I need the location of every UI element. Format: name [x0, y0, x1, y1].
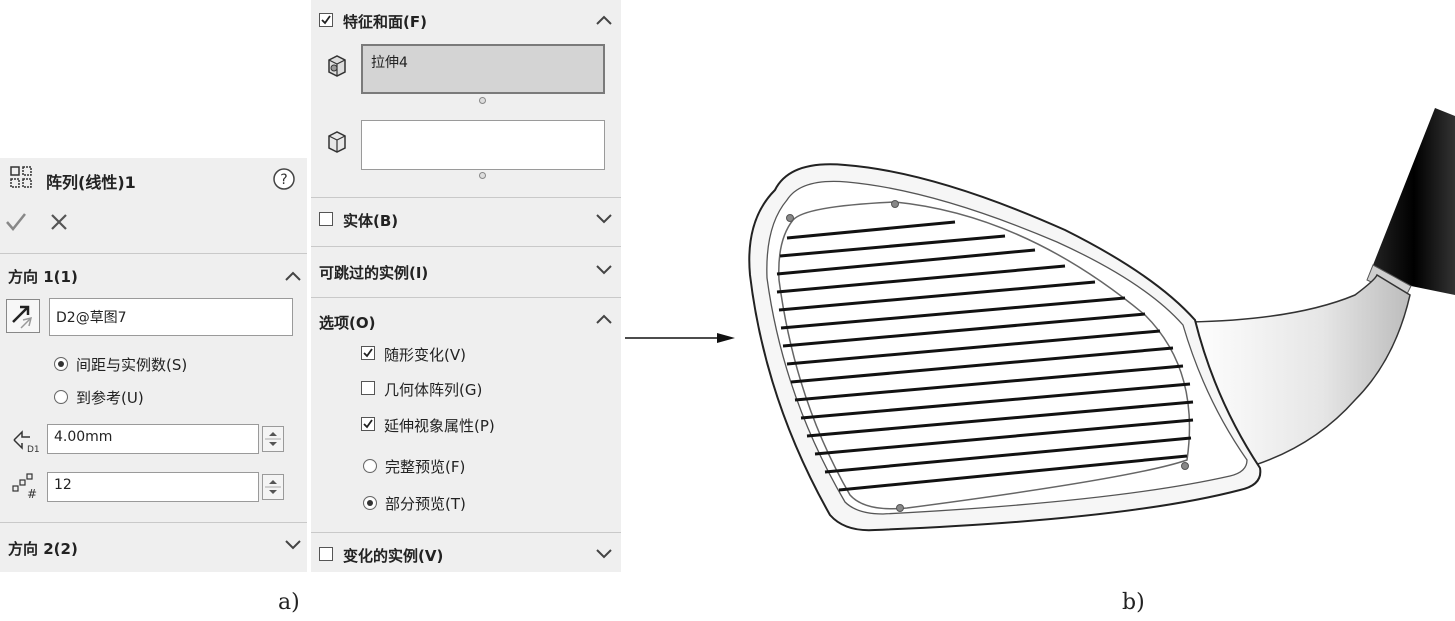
- cancel-close-icon[interactable]: [48, 211, 70, 233]
- golf-club-head-render: [748, 108, 1455, 532]
- propagate-visual-label: 延伸视象属性(P): [384, 417, 495, 435]
- spacing-instances-radio[interactable]: [54, 357, 68, 371]
- direction2-header[interactable]: 方向 2(2): [8, 538, 78, 559]
- skip-instances-header[interactable]: 可跳过的实例(I): [319, 262, 428, 283]
- features-list-box[interactable]: 拉伸4: [361, 44, 605, 94]
- faces-list-box[interactable]: [361, 120, 605, 170]
- resize-handle[interactable]: [479, 172, 486, 179]
- linear-pattern-icon: [10, 166, 32, 188]
- varied-instances-checkbox[interactable]: [319, 547, 333, 561]
- features-faces-checkbox[interactable]: [319, 13, 333, 27]
- ok-checkmark-icon[interactable]: [4, 210, 28, 234]
- partial-preview-radio[interactable]: [363, 496, 377, 510]
- geometry-pattern-checkbox[interactable]: [361, 381, 375, 395]
- instance-count-icon: #: [12, 473, 37, 501]
- chevron-up-icon[interactable]: [282, 268, 304, 284]
- property-manager-panel: 阵列(线性)1 ? 方向 1(1) D2@草图7 间距与实例数(S) 到参考(U…: [0, 158, 307, 572]
- propagate-visual-checkbox[interactable]: [361, 417, 375, 431]
- options-header[interactable]: 选项(O): [319, 312, 375, 333]
- geometry-pattern-label: 几何体阵列(G): [384, 381, 483, 399]
- chevron-up-icon[interactable]: [593, 12, 615, 28]
- caption-b: b): [1122, 590, 1145, 615]
- faces-icon: [328, 131, 346, 153]
- caption-a: a): [278, 590, 300, 615]
- panel-title: 阵列(线性)1: [46, 173, 136, 192]
- bodies-checkbox[interactable]: [319, 212, 333, 226]
- bodies-header[interactable]: 实体(B): [343, 210, 398, 231]
- instances-input[interactable]: 12: [47, 472, 259, 502]
- spacing-spinner[interactable]: [262, 426, 284, 452]
- check-icon: [321, 15, 331, 25]
- vary-sketch-checkbox[interactable]: [361, 346, 375, 360]
- chevron-down-icon[interactable]: [593, 210, 615, 226]
- full-preview-radio[interactable]: [363, 459, 377, 473]
- property-manager-options-panel: 特征和面(F) 拉伸4 实体(B) 可跳过的实例(I) 选项(O) 随形变化(V…: [311, 0, 621, 572]
- check-icon: [363, 419, 373, 429]
- features-faces-header[interactable]: 特征和面(F): [343, 11, 427, 32]
- spin-arrows-icon: [265, 480, 281, 494]
- spacing-dimension-icon: D1: [13, 430, 40, 455]
- spacing-input[interactable]: 4.00mm: [47, 424, 259, 454]
- chevron-up-icon[interactable]: [593, 311, 615, 327]
- spacing-instances-label: 间距与实例数(S): [76, 356, 188, 374]
- chevron-down-icon[interactable]: [593, 261, 615, 277]
- varied-instances-header[interactable]: 变化的实例(V): [343, 545, 443, 566]
- help-icon[interactable]: ?: [272, 167, 296, 191]
- features-icon: [328, 55, 346, 77]
- partial-preview-label: 部分预览(T): [385, 495, 466, 513]
- spin-arrows-icon: [265, 432, 281, 446]
- svg-text:D1: D1: [27, 445, 40, 455]
- instances-spinner[interactable]: [262, 474, 284, 500]
- direction1-header[interactable]: 方向 1(1): [8, 266, 78, 287]
- direction-arrow-icon: [12, 305, 33, 329]
- chevron-down-icon[interactable]: [593, 545, 615, 561]
- full-preview-label: 完整预览(F): [385, 458, 466, 476]
- reverse-direction-button[interactable]: [6, 299, 40, 333]
- check-icon: [363, 348, 373, 358]
- svg-text:?: ?: [280, 172, 287, 188]
- pointer-arrow: [625, 333, 735, 343]
- up-to-reference-radio[interactable]: [54, 390, 68, 404]
- resize-handle[interactable]: [479, 97, 486, 104]
- chevron-down-icon[interactable]: [282, 536, 304, 552]
- up-to-reference-label: 到参考(U): [76, 389, 144, 407]
- direction-reference-field[interactable]: D2@草图7: [49, 298, 293, 336]
- svg-text:#: #: [27, 487, 37, 501]
- vary-sketch-label: 随形变化(V): [384, 346, 466, 364]
- features-list-item[interactable]: 拉伸4: [371, 55, 408, 71]
